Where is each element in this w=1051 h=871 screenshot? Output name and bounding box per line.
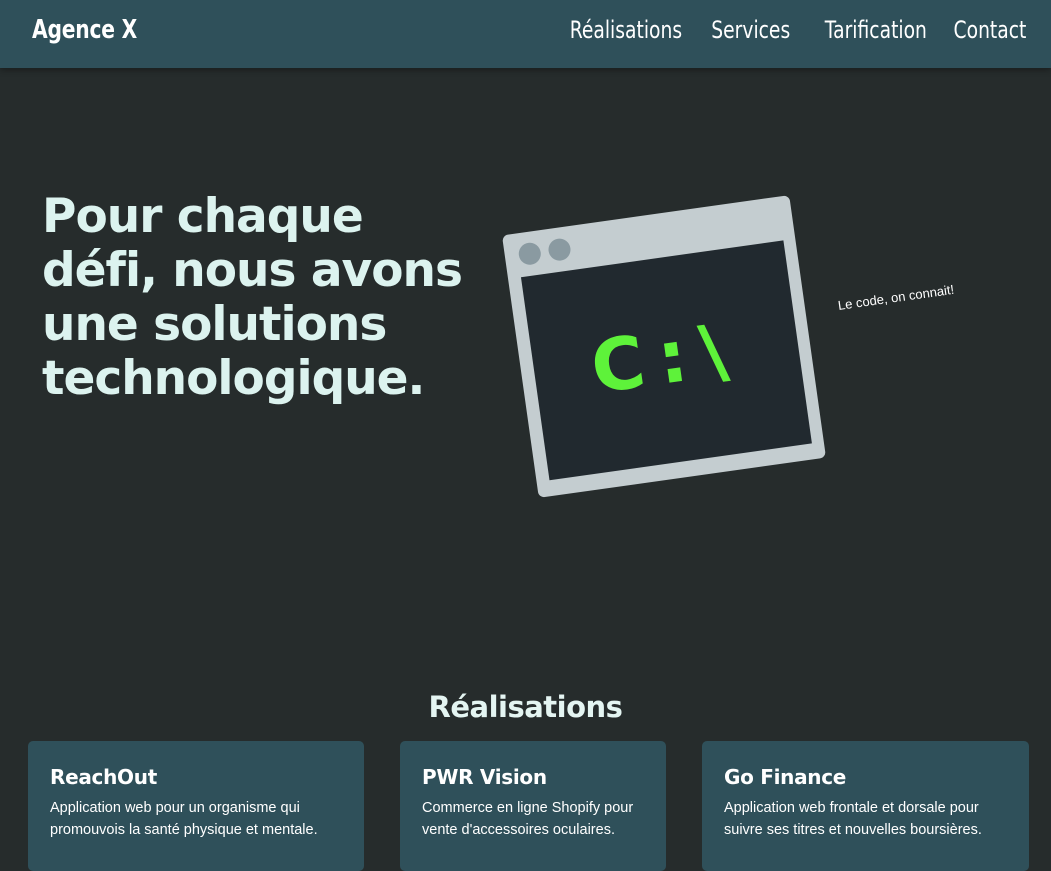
project-card-title: ReachOut xyxy=(50,765,157,789)
nav-link-tarification[interactable]: Tarification xyxy=(825,16,927,44)
hero-tagline: Le code, on connait! xyxy=(836,281,955,313)
terminal-prompt: C:\ xyxy=(586,305,747,410)
project-card-description: Application web pour un organisme qui pr… xyxy=(50,800,318,838)
nav-link-contact[interactable]: Contact xyxy=(953,16,1026,44)
nav-link-realisations[interactable]: Réalisations xyxy=(570,16,682,44)
project-card-title: PWR Vision xyxy=(422,765,547,789)
brand-logo-link[interactable]: Agence X xyxy=(32,15,137,45)
main-nav: Réalisations Services Tarification Conta… xyxy=(560,16,1026,44)
project-card-reachout[interactable]: ReachOut Application web pour un organis… xyxy=(28,741,364,871)
project-card-pwr-vision[interactable]: PWR Vision Commerce en ligne Shopify pou… xyxy=(400,741,666,871)
section-title-realisations: Réalisations xyxy=(428,690,623,724)
window-dot-icon xyxy=(517,241,543,267)
top-navbar: Agence X Réalisations Services Tarificat… xyxy=(0,0,1051,68)
terminal-illustration: C:\ xyxy=(501,195,827,498)
project-card-description: Application web frontale et dorsale pour… xyxy=(724,800,982,838)
nav-link-services[interactable]: Services xyxy=(711,16,790,44)
project-card-description: Commerce en ligne Shopify pour vente d'a… xyxy=(422,800,634,838)
project-card-go-finance[interactable]: Go Finance Application web frontale et d… xyxy=(702,741,1029,871)
window-dot-icon xyxy=(547,237,572,263)
terminal-screen: C:\ xyxy=(520,240,812,481)
hero-title: Pour chaque défi, nous avons une solutio… xyxy=(42,189,463,406)
project-card-title: Go Finance xyxy=(724,765,847,789)
terminal-window-frame: C:\ xyxy=(501,195,827,498)
